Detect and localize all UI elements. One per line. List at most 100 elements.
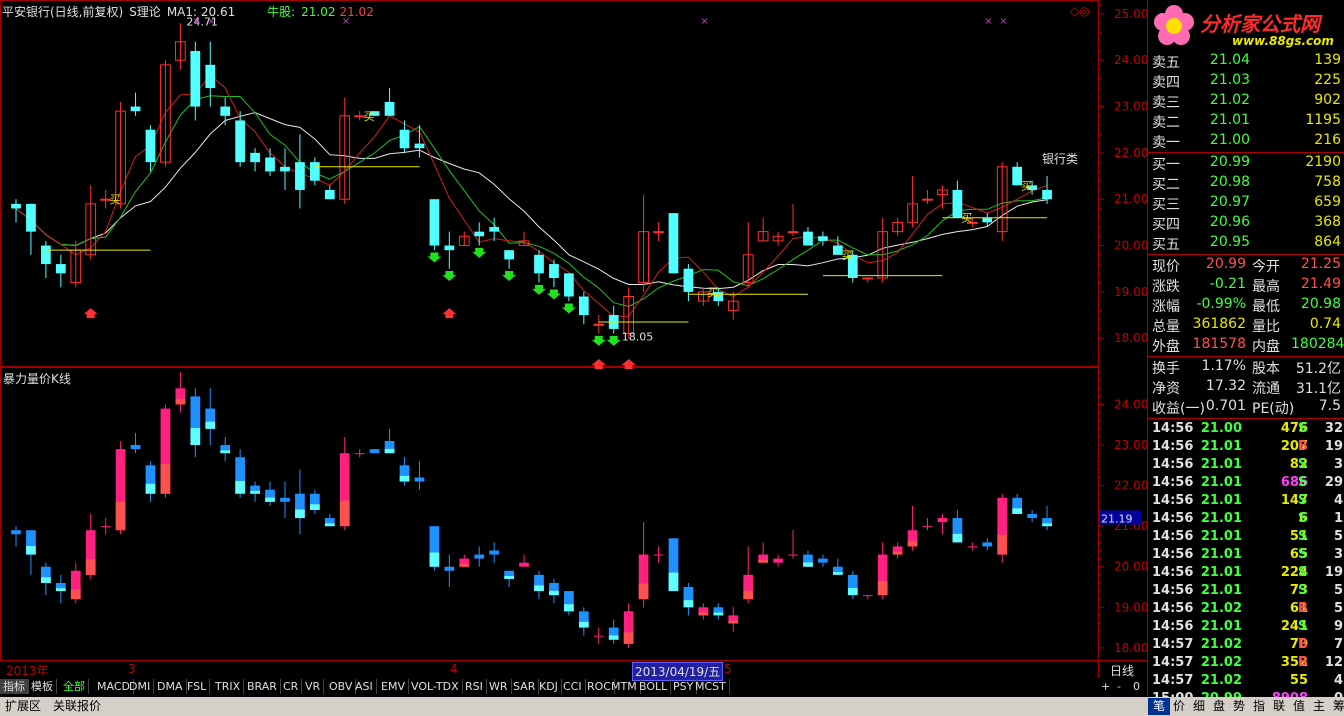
tick-count: 19 [1324, 439, 1343, 454]
buy-signal-label: 买 [1021, 179, 1032, 192]
buy_orders-row[interactable]: 买五 20.95 864 [1148, 234, 1344, 254]
sell-arrow-icon [532, 284, 546, 295]
sub-candle-segment [578, 621, 589, 628]
tab-cci[interactable]: CCI [560, 679, 586, 694]
panel-tab-4[interactable]: 势 [1228, 698, 1250, 715]
tick-time: 14:56 [1152, 493, 1194, 508]
sub-candle-segment [549, 590, 559, 596]
zoom-out-button[interactable]: - [1117, 680, 1121, 693]
tab-mcst[interactable]: MCST [692, 679, 730, 694]
panel-tab-3[interactable]: 盘 [1208, 698, 1230, 715]
panel-tab-1[interactable]: 价 [1168, 698, 1190, 715]
panel-tab-5[interactable]: 指 [1248, 698, 1270, 715]
panel-tab-2[interactable]: 细 [1188, 698, 1210, 715]
zoom-reset-button[interactable]: 0 [1133, 680, 1140, 693]
sub-y-axis-tick-label: 23.00 [1114, 438, 1147, 452]
tab-vol-tdx[interactable]: VOL-TDX [408, 679, 463, 694]
sub-candle-segment [623, 632, 634, 644]
x-label-year: 2013年 [6, 664, 49, 678]
tab-brar[interactable]: BRAR [244, 679, 281, 694]
tick-time: 14:56 [1152, 583, 1194, 598]
industry-label: 银行类 [1042, 152, 1079, 166]
buy_orders-volume: 2190 [1305, 154, 1341, 170]
tick-row: 14:56 21.01 82 S 3 [1148, 457, 1344, 475]
tab-dmi[interactable]: DMI [126, 679, 155, 694]
buy_orders-price: 20.95 [1209, 234, 1250, 250]
tab-rsi[interactable]: RSI [462, 679, 487, 694]
period-label[interactable]: 日线 [1110, 662, 1134, 679]
quote-value: 0.74 [1309, 316, 1341, 332]
tick-count: 5 [1333, 583, 1343, 598]
window-controls-icon[interactable]: ◇◎ [1070, 4, 1090, 18]
quote-value: 21.25 [1300, 256, 1341, 272]
quote-value: 361862 [1192, 316, 1246, 332]
main-candle-body [324, 189, 335, 200]
tab-vr[interactable]: VR [302, 679, 325, 694]
sub-candle-segment [743, 590, 754, 600]
tick-price: 21.01 [1200, 547, 1242, 562]
panel-tab-9[interactable]: 筹 [1328, 698, 1344, 715]
fundamental-value: 17.32 [1205, 378, 1246, 394]
tab-trix[interactable]: TRIX [212, 679, 245, 694]
fundamental-label: PE(动) [1252, 401, 1295, 417]
main-candle-body [653, 231, 664, 234]
main-candle-body [803, 231, 813, 246]
sell_orders-row[interactable]: 卖四 21.03 225 [1148, 72, 1344, 92]
tab-boll[interactable]: BOLL [636, 679, 672, 694]
sell_orders-row[interactable]: 卖二 21.01 1195 [1148, 112, 1344, 132]
fundamental-label: 股本 [1252, 361, 1280, 377]
buy-arrow-icon [83, 308, 98, 319]
tick-count: 32 [1324, 421, 1343, 436]
main-y-axis-tick-label: 20.00 [1114, 239, 1147, 253]
buy_orders-row[interactable]: 买一 20.99 2190 [1148, 154, 1344, 174]
sell_orders-price: 21.01 [1209, 112, 1250, 128]
tab-fsl[interactable]: FSL [184, 679, 211, 694]
sell_orders-row[interactable]: 卖五 21.04 139 [1148, 52, 1344, 72]
tab-cr[interactable]: CR [280, 679, 303, 694]
sub-candle-body [1027, 514, 1037, 519]
sub-candle-segment [952, 533, 963, 543]
bottom-tab-0[interactable]: 扩展区 [0, 698, 46, 715]
panel-tab-7[interactable]: 值 [1288, 698, 1310, 715]
sell_orders-label: 卖二 [1152, 115, 1180, 131]
main-candle-body [220, 106, 231, 116]
sub-y-axis-tick-label: 20.00 [1114, 560, 1147, 574]
panel-tab-8[interactable]: 主 [1308, 698, 1330, 715]
tab-dma[interactable]: DMA [154, 679, 187, 694]
sub-candle-segment [41, 577, 51, 583]
tab-模板[interactable]: 模板 [28, 679, 57, 694]
quote-panel: 分析家公式网 www.88gs.com 卖五 21.04 139 卖四 21.03 225… [1147, 0, 1344, 706]
tick-time: 14:56 [1152, 601, 1194, 616]
sell-arrow-icon [546, 289, 561, 300]
main-candle-body [26, 203, 36, 232]
main-chart[interactable]: 18.00 19.00 20.00 21.00 22.00 23.00 24.00 25.00… [0, 0, 1147, 680]
main-candle-body [11, 203, 21, 209]
sub-candle-segment [85, 559, 96, 575]
tab-sar[interactable]: SAR [510, 679, 540, 694]
bottom-tab-1[interactable]: 关联报价 [48, 698, 106, 715]
tab-wr[interactable]: WR [486, 679, 512, 694]
tab-emv[interactable]: EMV [378, 679, 409, 694]
fundamental-label: 净资 [1152, 381, 1180, 397]
panel-tab-0[interactable]: 笔 [1148, 698, 1171, 715]
buy_orders-price: 20.96 [1209, 214, 1250, 230]
buy_orders-row[interactable]: 买三 20.97 659 [1148, 194, 1344, 214]
sub-candle-body [967, 546, 978, 548]
sub-candle-segment [668, 572, 679, 592]
sub-candle-segment [55, 588, 66, 592]
quote-row: 外盘 181578 内盘 180284 [1148, 336, 1344, 356]
buy_orders-row[interactable]: 买四 20.96 368 [1148, 214, 1344, 234]
tick-price: 21.01 [1200, 493, 1242, 508]
sub-candle-body [862, 595, 873, 597]
tab-全部[interactable]: 全部 [60, 679, 89, 694]
panel-tab-6[interactable]: 联 [1268, 698, 1290, 715]
tab-kdj[interactable]: KDJ [536, 679, 562, 694]
zoom-in-button[interactable]: + [1101, 680, 1110, 693]
sell_orders-row[interactable]: 卖一 21.00 216 [1148, 132, 1344, 152]
sell_orders-row[interactable]: 卖三 21.02 902 [1148, 92, 1344, 112]
tab-asi[interactable]: ASI [352, 679, 377, 694]
tab-指标[interactable]: 指标 [0, 679, 29, 694]
sub-candle-body [982, 542, 993, 547]
fundamental-label: 流通 [1252, 381, 1280, 397]
buy_orders-row[interactable]: 买二 20.98 758 [1148, 174, 1344, 194]
